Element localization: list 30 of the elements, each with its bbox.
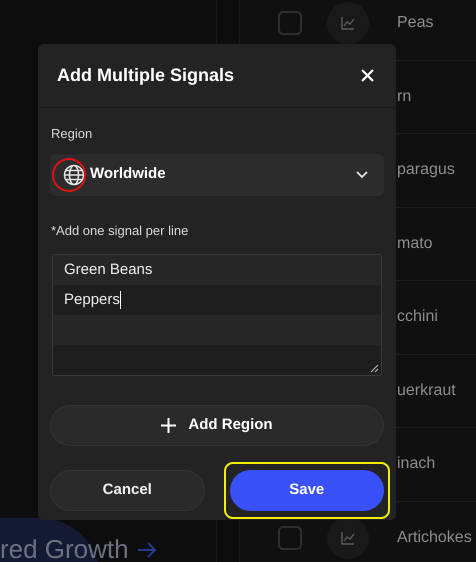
signal-name: Artichokes	[397, 528, 472, 548]
region-select[interactable]: Worldwide	[50, 154, 384, 196]
signal-name: Peas	[397, 13, 434, 34]
signal-line: Green Beans	[64, 260, 152, 280]
signals-textarea[interactable]: Green Beans Peppers	[52, 254, 382, 376]
field-label: Region	[50, 125, 94, 143]
signal-name: rn	[397, 86, 412, 107]
checkbox[interactable]	[278, 526, 302, 550]
signal-name: uerkraut	[397, 380, 456, 401]
text-cursor	[120, 291, 122, 309]
cancel-button[interactable]: Cancel	[50, 470, 204, 511]
signal-name: cchini	[397, 307, 438, 328]
signal-name: paragus	[397, 160, 455, 180]
arrow-icon	[136, 540, 157, 558]
save-button[interactable]: Save	[230, 470, 384, 511]
close-icon[interactable]	[361, 69, 374, 82]
add-region-button[interactable]: Add Region	[50, 405, 384, 446]
chart-icon	[340, 530, 356, 546]
chart-icon	[340, 15, 356, 32]
signal-name: mato	[397, 234, 433, 254]
checkbox[interactable]	[278, 11, 302, 36]
chevron-down-icon	[356, 170, 368, 178]
signal-line: Peppers	[64, 290, 120, 310]
plus-icon	[161, 418, 176, 433]
globe-icon	[63, 164, 85, 186]
resize-grip-icon	[370, 364, 379, 373]
signal-name: inach	[397, 454, 436, 474]
field-label: *Add one signal per line	[50, 222, 190, 240]
dialog-title: Add Multiple Signals	[57, 64, 234, 87]
region-value: Worldwide	[90, 164, 167, 184]
